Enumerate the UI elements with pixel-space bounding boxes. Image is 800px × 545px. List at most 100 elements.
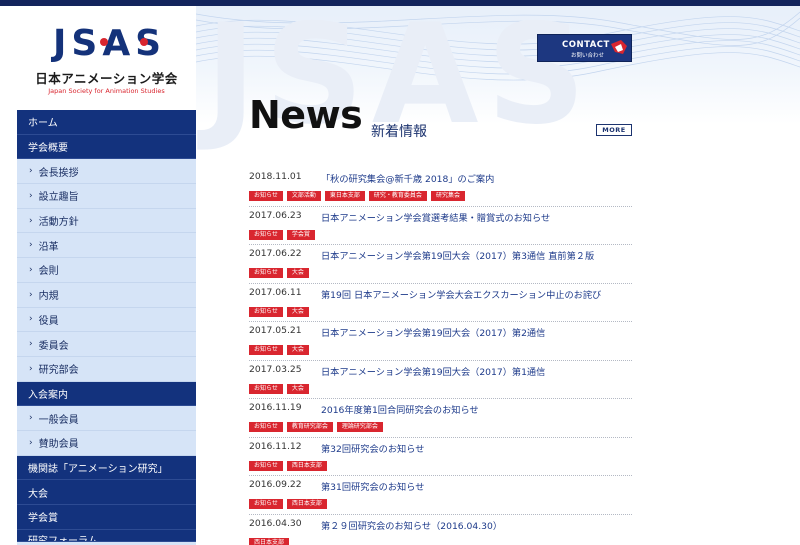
chevron-right-icon: › xyxy=(29,437,33,448)
sidebar-item[interactable]: › 研究部会 xyxy=(17,357,196,382)
contact-button[interactable]: CONTACT お問い合わせ xyxy=(537,34,632,62)
news-title-link[interactable]: 日本アニメーション学会第19回大会（2017）第1通信 xyxy=(321,364,545,378)
chevron-right-icon: › xyxy=(29,363,33,374)
sidebar-item-label: 役員 xyxy=(38,315,59,327)
news-tag[interactable]: 大会 xyxy=(286,383,309,394)
news-tag[interactable]: 大会 xyxy=(286,268,309,278)
news-tag[interactable]: お知らせ xyxy=(249,460,283,471)
news-tag[interactable]: お知らせ xyxy=(249,191,283,201)
news-tag[interactable]: 大会 xyxy=(286,345,309,355)
sidebar-item[interactable]: 大会 xyxy=(17,480,196,505)
news-tag[interactable]: 西日本支部 xyxy=(286,460,327,471)
sidebar-item[interactable]: › 一般会員 xyxy=(17,406,196,431)
contact-fold-icon xyxy=(611,40,627,54)
news-item: 2017.06.11 第19回 日本アニメーション学会大会エクスカーション中止のお… xyxy=(249,284,632,322)
sidebar-item[interactable]: 入会案内 xyxy=(17,381,196,407)
news-date: 2016.11.19 xyxy=(249,402,302,413)
news-title-link[interactable]: 第31回研究会のお知らせ xyxy=(321,479,424,493)
sidebar-item[interactable]: › 設立趣旨 xyxy=(17,184,196,209)
news-title-link[interactable]: 日本アニメーション学会賞選考結果・贈賞式のお知らせ xyxy=(321,210,550,224)
logo-dot xyxy=(140,38,148,46)
news-tag[interactable]: 文部活動 xyxy=(286,191,321,201)
sidebar-item[interactable]: › 内規 xyxy=(17,283,196,308)
news-tag[interactable]: お知らせ xyxy=(249,229,283,240)
news-heading: News xyxy=(249,93,363,137)
sidebar-item[interactable]: › 会則 xyxy=(17,258,196,283)
news-date: 2018.11.01 xyxy=(249,171,302,182)
sidebar-item[interactable]: › 沿革 xyxy=(17,233,196,259)
news-tag[interactable]: お知らせ xyxy=(249,345,283,355)
sidebar-item[interactable]: 学会賞 xyxy=(17,505,196,530)
sidebar-item[interactable]: › 活動方針 xyxy=(17,209,196,234)
chevron-right-icon: › xyxy=(29,264,33,275)
sidebar-item-label: 入会案内 xyxy=(28,389,68,401)
sidebar-item-label: 沿革 xyxy=(38,241,59,253)
chevron-right-icon: › xyxy=(29,215,33,226)
sidebar-item-label: ホーム xyxy=(28,118,58,130)
logo-japanese-name: 日本アニメーション学会 xyxy=(35,71,178,86)
sidebar-nav: ホーム 学会概要 › 会長挨拶 › 設立趣旨 › 活動方針 › 沿革 › 会則 › 内規 › 役員 › 委員会 › 研… xyxy=(17,110,196,545)
news-item: 2016.04.30 第２９回研究会のお知らせ（2016.04.30） 西日本支部 xyxy=(249,515,632,545)
news-title-link[interactable]: 日本アニメーション学会第19回大会（2017）第2通信 xyxy=(321,325,545,339)
news-item: 2016.11.12 第32回研究会のお知らせお知らせ 西日本支部 xyxy=(249,438,632,476)
news-tag[interactable]: 西日本支部 xyxy=(286,499,327,509)
news-tag[interactable]: 教育研究部会 xyxy=(286,422,333,432)
news-tag[interactable]: お知らせ xyxy=(249,422,283,432)
news-title-link[interactable]: 「秋の研究集会@新千歳 2018」のご案内 xyxy=(321,171,494,185)
sidebar-item[interactable]: › 賛助会員 xyxy=(17,431,196,456)
news-item: 2016.11.19 2016年度第1回合同研究会のお知らせお知らせ 教育研究部会理… xyxy=(249,399,632,438)
news-tag[interactable]: お知らせ xyxy=(249,383,283,394)
sidebar-item-label: 活動方針 xyxy=(38,217,79,229)
sidebar-item-label: 内規 xyxy=(38,291,59,303)
news-title-link[interactable]: 第32回研究会のお知らせ xyxy=(321,441,424,455)
news-item: 2018.11.01 「秋の研究集会@新千歳 2018」のご案内お知らせ 文部活動東… xyxy=(249,168,632,207)
chevron-right-icon: › xyxy=(29,289,33,300)
news-tag[interactable]: 学会賞 xyxy=(286,229,315,240)
news-date: 2016.11.12 xyxy=(249,440,302,452)
news-tag[interactable]: 東日本支部 xyxy=(324,191,365,201)
news-tag[interactable]: お知らせ xyxy=(249,499,283,509)
more-button[interactable]: MORE xyxy=(596,124,632,136)
news-item: 2017.06.22 日本アニメーション学会第19回大会（2017）第3通信 直前… xyxy=(249,245,632,284)
news-title-link[interactable]: 第19回 日本アニメーション学会大会エクスカーション中止のお詫び xyxy=(321,287,601,301)
news-date: 2017.06.23 xyxy=(249,209,302,221)
sidebar-item-label: 研究フォーラム xyxy=(28,535,98,542)
site-logo[interactable]: JSAS 日本アニメーション学会 Japan Society for Anima… xyxy=(17,6,196,110)
news-tag[interactable]: 西日本支部 xyxy=(249,537,290,545)
news-tag[interactable]: 大会 xyxy=(286,306,309,317)
news-date: 2017.03.25 xyxy=(249,363,302,375)
sidebar-item-label: 機関誌「アニメーション研究」 xyxy=(28,463,168,475)
news-date: 2017.06.22 xyxy=(249,248,302,259)
sidebar-item-label: 会長挨拶 xyxy=(38,167,79,179)
sidebar-item[interactable]: ホーム xyxy=(17,110,196,135)
news-title-link[interactable]: 日本アニメーション学会第19回大会（2017）第3通信 直前第２版 xyxy=(321,248,594,262)
chevron-right-icon: › xyxy=(29,339,33,350)
sidebar-item[interactable]: 研究フォーラム xyxy=(17,529,196,542)
sidebar-item[interactable]: › 役員 xyxy=(17,308,196,333)
logo-english-name: Japan Society for Animation Studies xyxy=(48,87,165,95)
sidebar-item-label: 学会概要 xyxy=(28,143,68,155)
news-tag[interactable]: お知らせ xyxy=(249,306,283,317)
news-tag[interactable]: 研究集会 xyxy=(430,191,465,201)
sidebar-item[interactable]: › 委員会 xyxy=(17,332,196,357)
sidebar-item[interactable]: 機関誌「アニメーション研究」 xyxy=(17,455,196,481)
news-tag[interactable]: 研究・教育委員会 xyxy=(368,191,427,201)
sidebar-item[interactable]: › 会長挨拶 xyxy=(17,159,196,185)
news-item: 2017.05.21 日本アニメーション学会第19回大会（2017）第2通信 お知ら… xyxy=(249,322,632,361)
news-item: 2017.03.25 日本アニメーション学会第19回大会（2017）第1通信お知ら… xyxy=(249,361,632,399)
chevron-right-icon: › xyxy=(29,314,33,325)
sidebar-item-label: 賛助会員 xyxy=(38,439,79,451)
sidebar-item-label: 大会 xyxy=(28,488,48,500)
news-tag[interactable]: お知らせ xyxy=(249,268,283,278)
logo-dot xyxy=(100,38,108,46)
news-tag[interactable]: 理論研究部会 xyxy=(336,422,383,432)
chevron-right-icon: › xyxy=(29,166,33,177)
sidebar-item[interactable]: 学会概要 xyxy=(17,134,196,160)
sidebar-item-label: 設立趣旨 xyxy=(38,192,79,204)
news-date: 2017.06.11 xyxy=(249,286,302,298)
sidebar-item-label: 委員会 xyxy=(38,340,69,352)
news-title-link[interactable]: 第２９回研究会のお知らせ（2016.04.30） xyxy=(321,518,502,532)
chevron-right-icon: › xyxy=(29,190,33,201)
news-subheading: 新着情報 xyxy=(371,124,427,140)
news-title-link[interactable]: 2016年度第1回合同研究会のお知らせ xyxy=(321,402,479,416)
